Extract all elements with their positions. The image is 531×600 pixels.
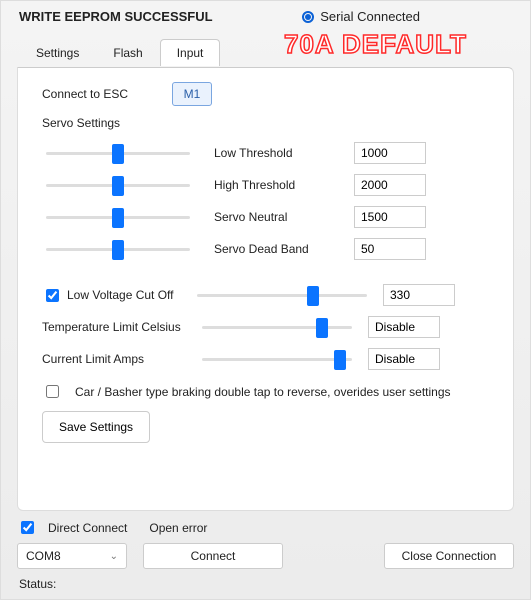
direct-connect-checkbox[interactable] (21, 521, 34, 534)
connect-to-esc-label: Connect to ESC (42, 87, 172, 101)
save-settings-button[interactable]: Save Settings (42, 411, 150, 443)
com-port-select[interactable]: COM8 ⌄ (17, 543, 127, 569)
input-panel: Connect to ESC M1 Servo Settings Low Thr… (17, 67, 514, 511)
chevron-down-icon: ⌄ (110, 551, 118, 562)
current-limit-input[interactable] (368, 348, 440, 370)
low-threshold-input[interactable] (354, 142, 426, 164)
low-threshold-label: Low Threshold (214, 146, 354, 160)
servo-neutral-slider[interactable] (46, 210, 190, 224)
high-threshold-input[interactable] (354, 174, 426, 196)
low-voltage-slider[interactable] (197, 288, 367, 302)
bottom-bar: Direct Connect Open error COM8 ⌄ Connect… (17, 518, 514, 591)
current-limit-slider[interactable] (202, 352, 352, 366)
servo-settings-title: Servo Settings (42, 116, 489, 130)
servo-neutral-input[interactable] (354, 206, 426, 228)
servo-deadband-label: Servo Dead Band (214, 242, 354, 256)
connect-button[interactable]: Connect (143, 543, 283, 569)
tab-bar: Settings Flash Input (1, 39, 530, 67)
car-mode-label: Car / Basher type braking double tap to … (75, 385, 451, 399)
temp-limit-slider[interactable] (202, 320, 352, 334)
temp-limit-label: Temperature Limit Celsius (42, 320, 202, 334)
high-threshold-label: High Threshold (214, 178, 354, 192)
tab-settings[interactable]: Settings (19, 39, 96, 66)
servo-neutral-label: Servo Neutral (214, 210, 354, 224)
low-voltage-input[interactable] (383, 284, 455, 306)
direct-connect-label: Direct Connect (48, 521, 127, 535)
servo-deadband-slider[interactable] (46, 242, 190, 256)
low-voltage-label: Low Voltage Cut Off (67, 288, 197, 302)
tab-flash[interactable]: Flash (96, 39, 159, 66)
status-label: Status: (17, 577, 514, 591)
radio-on-icon (302, 11, 314, 23)
low-voltage-checkbox[interactable] (46, 289, 59, 302)
open-error-label: Open error (149, 521, 207, 535)
tab-input[interactable]: Input (160, 39, 221, 66)
temp-limit-input[interactable] (368, 316, 440, 338)
close-connection-button[interactable]: Close Connection (384, 543, 514, 569)
com-port-value: COM8 (26, 549, 61, 563)
esc-m1-button[interactable]: M1 (172, 82, 212, 106)
write-status: WRITE EEPROM SUCCESSFUL (19, 9, 213, 24)
low-threshold-slider[interactable] (46, 146, 190, 160)
high-threshold-slider[interactable] (46, 178, 190, 192)
serial-status: Serial Connected (302, 9, 420, 24)
serial-label: Serial Connected (320, 9, 420, 24)
current-limit-label: Current Limit Amps (42, 352, 202, 366)
car-mode-checkbox[interactable] (46, 385, 59, 398)
servo-deadband-input[interactable] (354, 238, 426, 260)
